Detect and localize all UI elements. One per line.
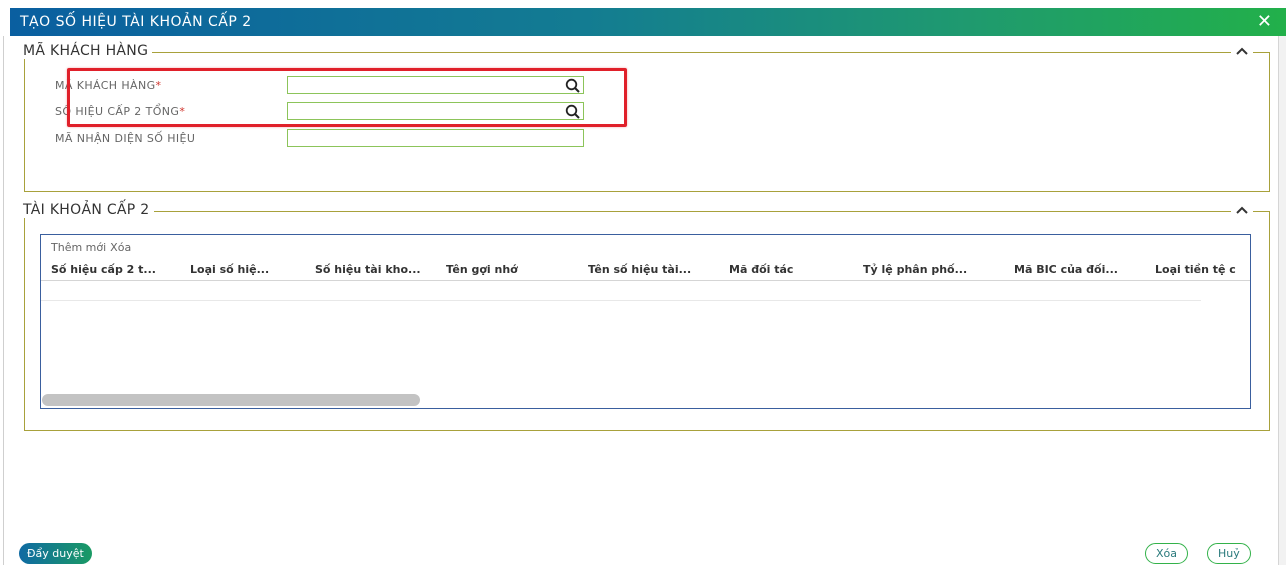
chevron-up-icon[interactable] <box>1231 200 1253 218</box>
column-header[interactable]: Tỷ lệ phân phố... <box>853 263 1004 276</box>
column-header[interactable]: Số hiệu cấp 2 t... <box>41 263 180 276</box>
table-row <box>41 281 1201 301</box>
column-header[interactable]: Mã BIC của đối... <box>1004 263 1145 276</box>
field-label: MÃ NHẬN DIỆN SỐ HIỆU <box>55 131 196 145</box>
chevron-up-icon[interactable] <box>1231 41 1253 59</box>
cancel-button[interactable]: Huỷ <box>1207 543 1251 564</box>
number-identifier-input[interactable] <box>287 129 584 147</box>
delete-button[interactable]: Xóa <box>1145 543 1189 564</box>
column-header[interactable]: Tên gợi nhớ <box>436 263 578 276</box>
dialog-title-bar: TẠO SỐ HIỆU TÀI KHOẢN CẤP 2 ✕ <box>10 8 1286 36</box>
dialog-title: TẠO SỐ HIỆU TÀI KHOẢN CẤP 2 <box>20 14 252 30</box>
account-section-legend: TÀI KHOẢN CẤP 2 <box>23 202 154 218</box>
column-header[interactable]: Tên số hiệu tài... <box>578 263 719 276</box>
highlight-annotation <box>67 68 627 127</box>
delete-row-button[interactable]: Xóa <box>110 241 131 254</box>
horizontal-scrollbar[interactable] <box>42 394 420 406</box>
accounts-grid: Thêm mới Xóa Số hiệu cấp 2 t... Loại số … <box>40 234 1251 409</box>
close-icon[interactable]: ✕ <box>1257 13 1272 31</box>
grid-header: Số hiệu cấp 2 t... Loại số hiệ... Số hiệ… <box>41 259 1250 281</box>
column-header[interactable]: Loại số hiệ... <box>180 263 305 276</box>
column-header[interactable]: Số hiệu tài kho... <box>305 263 436 276</box>
background-page-edge-left <box>0 36 4 565</box>
field-row-number-identifier: MÃ NHẬN DIỆN SỐ HIỆU <box>55 129 584 147</box>
column-header[interactable]: Mã đối tác <box>719 263 853 276</box>
submit-for-approval-button[interactable]: Đẩy duyệt <box>19 543 92 564</box>
customer-section-legend: MÃ KHÁCH HÀNG <box>23 43 153 59</box>
column-header[interactable]: Loại tiền tệ c <box>1145 263 1245 276</box>
add-new-button[interactable]: Thêm mới <box>51 241 106 254</box>
background-page-edge-right <box>1278 36 1286 565</box>
grid-toolbar: Thêm mới Xóa <box>41 235 1250 259</box>
